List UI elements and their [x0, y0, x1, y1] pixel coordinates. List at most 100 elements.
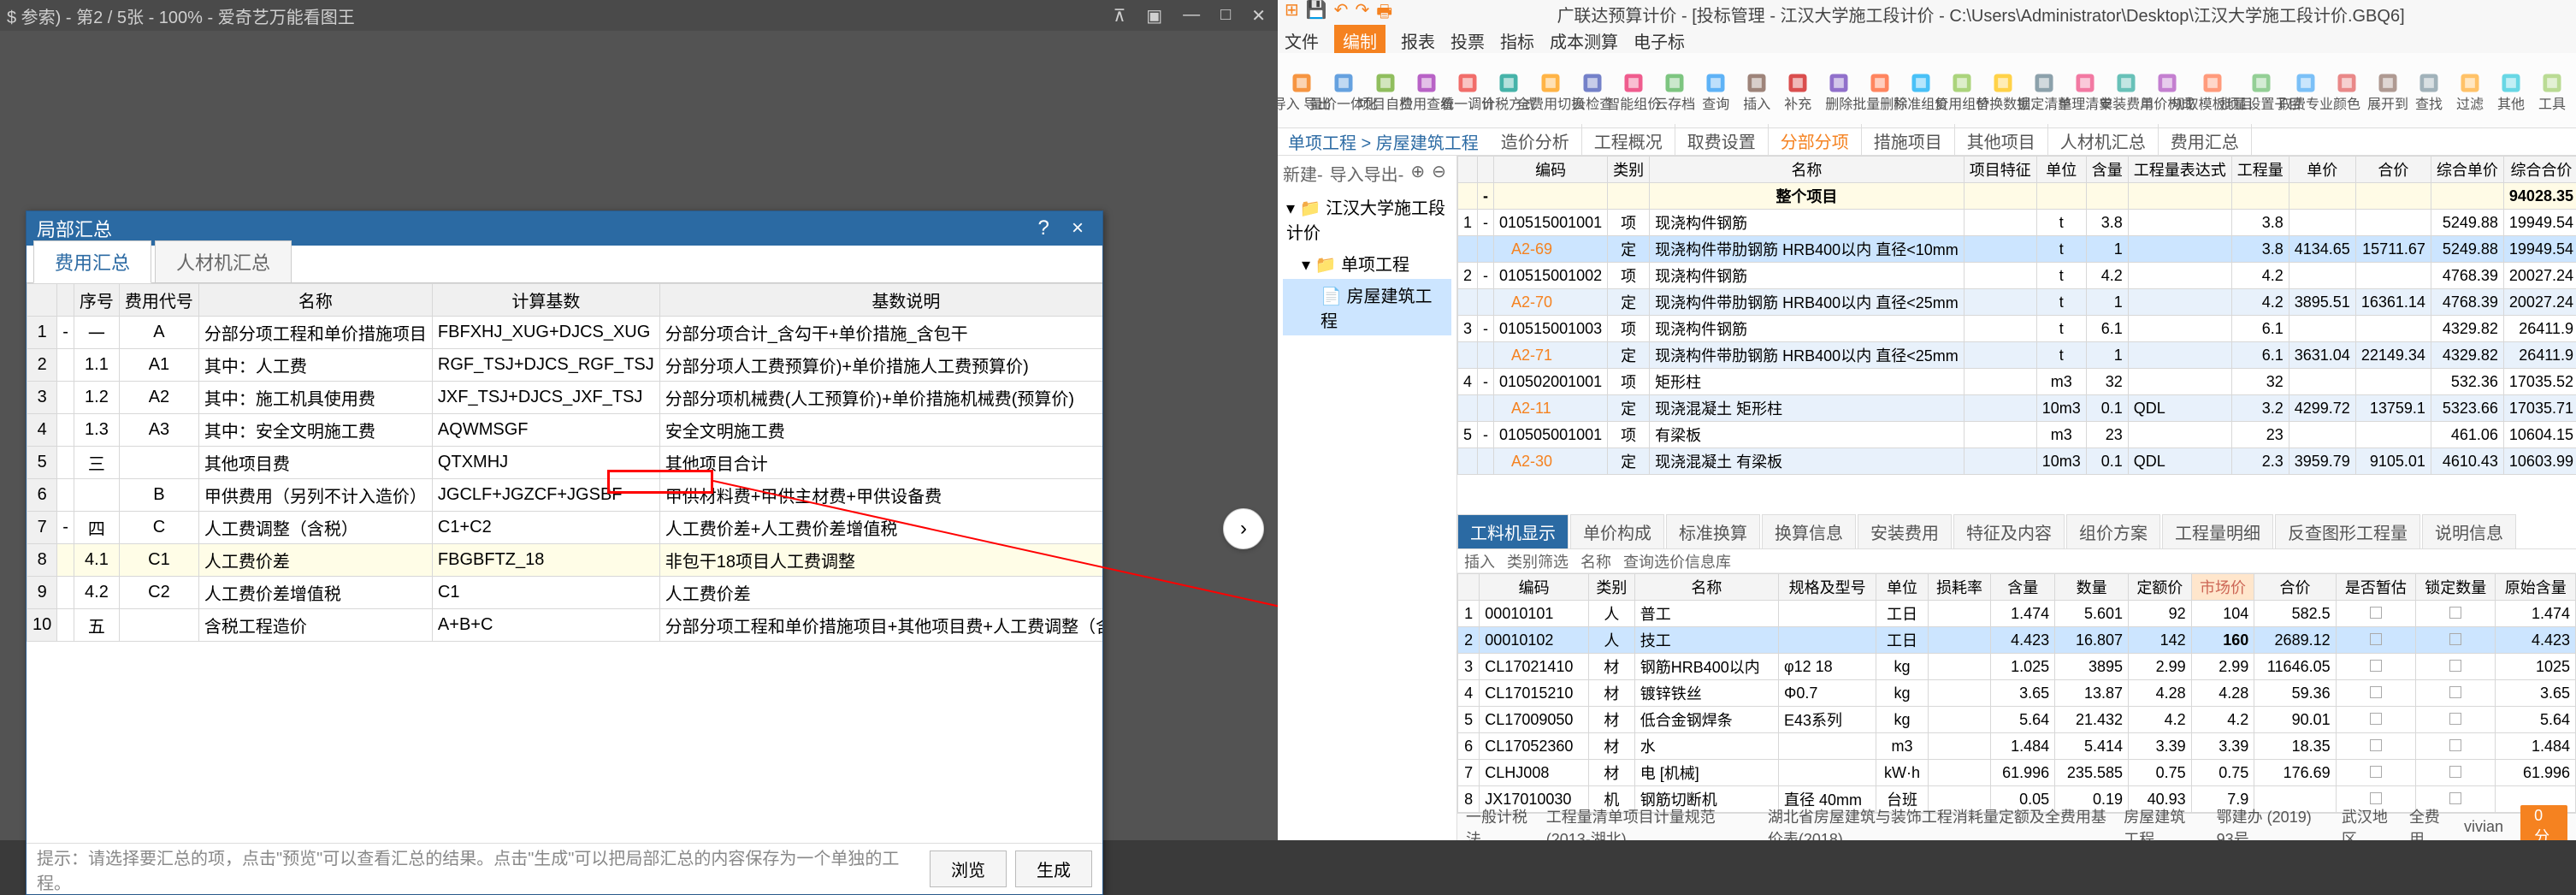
menu-4[interactable]: 指标: [1500, 28, 1534, 53]
status-score[interactable]: 0分: [2520, 805, 2567, 840]
pin-icon[interactable]: ⊼: [1108, 5, 1131, 27]
total-row: -整个项目94028.35: [1458, 183, 2576, 210]
fullscreen-icon[interactable]: ▣: [1141, 5, 1167, 27]
breadcrumb[interactable]: 单项工程 > 房屋建筑工程: [1278, 129, 1489, 154]
toolbar-btn-29[interactable]: 其他: [2492, 65, 2530, 116]
table-row[interactable]: 5CL17009050材低合金钢焊条E43系列kg5.6421.4324.24.…: [1458, 707, 2576, 733]
lower-tab-0[interactable]: 工料机显示: [1457, 514, 1569, 548]
glodon-title: 广联达预算计价 - [投标管理 - 江汉大学施工段计价 - C:\Users\A…: [1392, 2, 2569, 27]
lower-tab-8[interactable]: 反查图形工程量: [2275, 514, 2420, 548]
status-spec: 工程量清单项目计量规范(2013-湖北): [1546, 805, 1751, 841]
table-row[interactable]: A2-30定现浇混凝土 有梁板10m30.1QDL2.33959.799105.…: [1458, 448, 2576, 475]
toolbar-btn-9[interactable]: 云存档: [1656, 65, 1693, 116]
summary-table: 序号费用代号名称计算基数基数说明费率(%)金额费用类别备注 1-一A分部分项工程…: [27, 283, 1102, 642]
tree-new-button[interactable]: 新建-: [1283, 161, 1323, 186]
menu-2[interactable]: 报表: [1401, 28, 1435, 53]
tree-node-2[interactable]: 📄 房屋建筑工程: [1283, 279, 1451, 335]
menu-1[interactable]: 编制: [1334, 25, 1385, 56]
table-row[interactable]: 21.1A1其中：人工费RGF_TSJ+DJCS_RGF_TSJ分部分项人工费预…: [27, 349, 1103, 382]
toolbar-btn-25[interactable]: 颜色: [2328, 65, 2366, 116]
tree-collapse-icon[interactable]: ⊖: [1432, 161, 1446, 186]
tab-material-summary[interactable]: 人材机汇总: [155, 240, 292, 282]
tree-import-button[interactable]: 导入导出-: [1330, 161, 1404, 186]
table-row[interactable]: 10五含税工程造价A+B+C分部分项工程和单价措施项目+其他项目费+人工费调整（…: [27, 609, 1103, 642]
lower-tab-9[interactable]: 说明信息: [2422, 514, 2516, 548]
table-row[interactable]: 1-010515001001项现浇构件钢筋t3.83.85249.8819949…: [1458, 210, 2576, 236]
table-row[interactable]: 5-010505001001项有梁板m32323461.0610604.15: [1458, 422, 2576, 448]
table-row[interactable]: 41.3A3其中：安全文明施工费AQWMSGF安全文明施工费522.46安全文明…: [27, 414, 1103, 447]
lower-tab-6[interactable]: 组价方案: [2066, 514, 2160, 548]
table-row[interactable]: 4-010502001001项矩形柱m33232532.3617035.52: [1458, 369, 2576, 395]
table-row[interactable]: 2-010515001002项现浇构件钢筋t4.24.24768.3920027…: [1458, 263, 2576, 289]
table-row[interactable]: 94.2C2人工费价差增值税C1人工费价差936.72: [27, 577, 1103, 609]
toolbar-btn-11[interactable]: 插入: [1738, 65, 1775, 116]
table-row[interactable]: 3-010515001003项现浇构件钢筋t6.16.14329.8226411…: [1458, 316, 2576, 342]
nav-tab-7[interactable]: 费用汇总: [2159, 124, 2252, 159]
table-row[interactable]: 100010101人普工工日1.4745.60192104582.51.474: [1458, 601, 2576, 627]
menu-3[interactable]: 投票: [1450, 28, 1485, 53]
toolbar-btn-12[interactable]: 补充: [1779, 65, 1817, 116]
save-icon[interactable]: 💾: [1306, 0, 1327, 28]
minimize-icon[interactable]: —: [1178, 5, 1205, 27]
toolbar-btn-24[interactable]: 取费专业: [2287, 65, 2325, 116]
tree-expand-icon[interactable]: ⊕: [1410, 161, 1425, 186]
table-row[interactable]: 3CL17021410材钢筋HRB400以内φ12 18kg1.02538952…: [1458, 654, 2576, 680]
table-row[interactable]: A2-70定现浇构件带肋钢筋 HRB400以内 直径<25mmt14.23895…: [1458, 289, 2576, 316]
status-doc: 鄂建办 (2019) 93号: [2217, 805, 2325, 841]
nav-tab-2[interactable]: 取费设置: [1675, 124, 1769, 159]
close-icon[interactable]: ✕: [1246, 5, 1271, 27]
nav-tab-6[interactable]: 人材机汇总: [2048, 124, 2159, 159]
dialog-help-icon[interactable]: ?: [1030, 216, 1058, 240]
table-row[interactable]: A2-69定现浇构件带肋钢筋 HRB400以内 直径<10mmt13.84134…: [1458, 236, 2576, 263]
toolbar-btn-30[interactable]: 工具: [2533, 65, 2571, 116]
table-row[interactable]: 4CL17015210材镀锌铁丝Φ0.7kg3.6513.874.284.285…: [1458, 680, 2576, 707]
menu-6[interactable]: 电子标: [1634, 28, 1685, 53]
table-row[interactable]: 5三其他项目费QTXMHJ其他项目合计0.00其他项目费: [27, 447, 1103, 479]
nav-tab-1[interactable]: 工程概况: [1582, 124, 1675, 159]
toolbar-btn-6[interactable]: 全费用切换: [1531, 65, 1570, 116]
lower-tab-7[interactable]: 工程量明细: [2162, 514, 2273, 548]
menu-5[interactable]: 成本测算: [1550, 28, 1618, 53]
preview-button[interactable]: 浏览: [930, 851, 1007, 887]
toolbar-btn-10[interactable]: 查询: [1697, 65, 1734, 116]
table-row[interactable]: 31.2A2其中：施工机具使用费JXF_TSJ+DJCS_JXF_TSJ分部分项…: [27, 382, 1103, 414]
table-row[interactable]: 7-四C人工费调整（含税）C1+C2人工费价差+人工费价差增值税444.76人工…: [27, 512, 1103, 544]
toolbar-btn-28[interactable]: 过滤: [2451, 65, 2489, 116]
lower-tab-2[interactable]: 标准换算: [1666, 514, 1760, 548]
table-row[interactable]: 6B甲供费用（另列不计入造价）JGCLF+JGZCF+JGSBF甲供材料费+甲供…: [27, 479, 1103, 512]
generate-button[interactable]: 生成: [1015, 851, 1092, 887]
nav-tab-3[interactable]: 分部分项: [1769, 124, 1862, 159]
table-row[interactable]: 84.1C1人工费价差FBGBFTZ_18非包干18项目人工费调整408.04: [27, 544, 1103, 577]
nav-tab-5[interactable]: 其他项目: [1955, 124, 2048, 159]
toolbar-btn-23[interactable]: 批量设置子目: [2238, 65, 2284, 116]
nav-tab-0[interactable]: 造价分析: [1489, 124, 1582, 159]
toolbar-btn-26[interactable]: 展开到: [2369, 65, 2407, 116]
table-row[interactable]: 7CLHJ008材电 [机械]kW·h61.996235.5850.750.75…: [1458, 760, 2576, 786]
lower-tab-1[interactable]: 单价构成: [1570, 514, 1664, 548]
maximize-icon[interactable]: □: [1215, 5, 1236, 27]
upper-grid[interactable]: 编码类别名称项目特征单位含量工程量表达式工程量单价合价综合单价综合合价单价构成文…: [1457, 156, 2576, 475]
table-row[interactable]: 6CL17052360材水m31.4845.4143.393.3918.351.…: [1458, 733, 2576, 760]
dialog-close-icon[interactable]: ×: [1063, 216, 1092, 240]
tree-root[interactable]: ▾ 📁 江汉大学施工段计价: [1283, 191, 1451, 247]
menu-0[interactable]: 文件: [1285, 28, 1319, 53]
table-row[interactable]: 200010102人技工工日4.42316.8071421602689.124.…: [1458, 627, 2576, 654]
table-row[interactable]: 1-一A分部分项工程和单价措施项目FBFXHJ_XUG+DJCS_XUG分部分项…: [27, 317, 1103, 349]
lower-tab-4[interactable]: 安装费用: [1858, 514, 1952, 548]
lower-tab-5[interactable]: 特征及内容: [1953, 514, 2065, 548]
toolbar-btn-27[interactable]: 查找: [2410, 65, 2448, 116]
nav-tab-4[interactable]: 措施项目: [1862, 124, 1955, 159]
filter-row: 插入 类别筛选 名称 查询选价信息库: [1457, 549, 2576, 573]
lower-tab-3[interactable]: 换算信息: [1762, 514, 1856, 548]
lower-grid[interactable]: 编码类别名称规格及型号单位损耗率含量数量定额价市场价合价是否暂估锁定数量原始含量…: [1457, 573, 2576, 813]
table-row[interactable]: A2-71定现浇构件带肋钢筋 HRB400以内 直径<25mmt16.13631…: [1458, 342, 2576, 369]
filter-query[interactable]: 查询选价信息库: [1623, 550, 1731, 572]
tab-fee-summary[interactable]: 费用汇总: [33, 240, 151, 283]
filter-name[interactable]: 名称: [1580, 550, 1611, 572]
toolbar-btn-8[interactable]: 智能组价: [1615, 65, 1652, 116]
filter-insert[interactable]: 插入: [1464, 550, 1495, 572]
tree-node-1[interactable]: ▾ 📁 单项工程: [1283, 247, 1451, 279]
filter-category[interactable]: 类别筛选: [1507, 550, 1569, 572]
floating-next-button[interactable]: ›: [1223, 508, 1264, 549]
table-row[interactable]: A2-11定现浇混凝土 矩形柱10m30.1QDL3.24299.7213759…: [1458, 395, 2576, 422]
